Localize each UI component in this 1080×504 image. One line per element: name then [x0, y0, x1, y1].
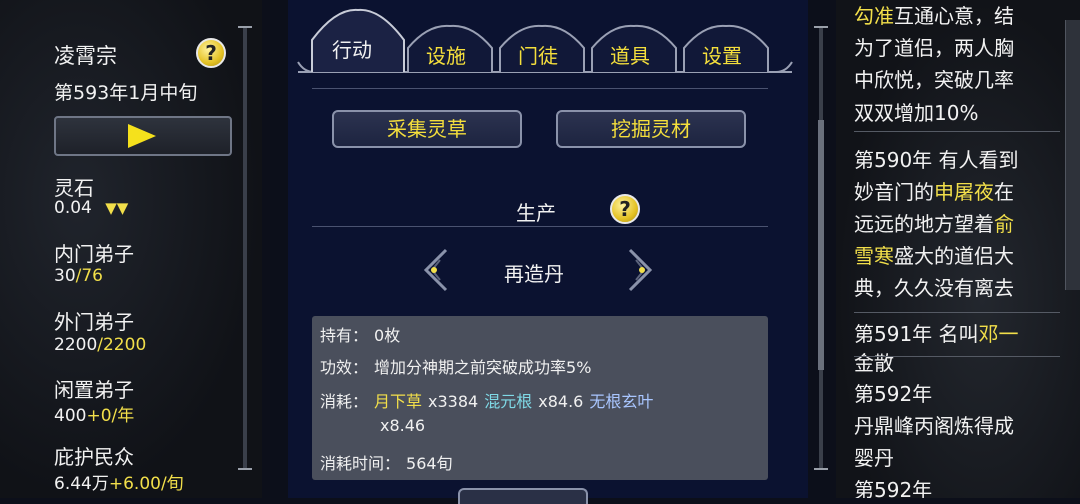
cost-row: 消耗： 月下草 x3384 混元根 x84.6 无根玄叶	[320, 392, 654, 411]
tab-items[interactable]: 道具	[610, 40, 650, 69]
cost-row-continued: x8.46	[380, 416, 426, 435]
log-line: 中欣悦，突破几率	[854, 64, 1014, 93]
log-line: 远远的地方望着俞	[854, 208, 1014, 237]
log-line: 雪寒盛大的道侣大	[854, 240, 1014, 269]
log-separator	[854, 312, 1060, 313]
log-text: 为了道侣，两人胸	[854, 36, 1014, 60]
log-text: 典，久久没有离去	[854, 276, 1014, 300]
log-highlight-name: 俞	[994, 212, 1014, 236]
log-line: 第590年 有人看到	[854, 144, 1019, 173]
protected-people-value: 6.44万+6.00/旬	[54, 474, 184, 494]
log-text: 第591年 名叫	[854, 322, 979, 346]
scrollbar-cap	[814, 468, 828, 470]
log-line: 勾准互通心意，结	[854, 0, 1014, 29]
log-line: 婴丹	[854, 442, 894, 471]
tab-action[interactable]: 行动	[332, 34, 372, 63]
gather-herbs-button[interactable]: 采集灵草	[332, 110, 522, 148]
game-date: 第593年1月中旬	[54, 82, 198, 104]
log-line: 第592年	[854, 378, 932, 407]
divider	[312, 88, 768, 89]
log-line: 妙音门的申屠夜在	[854, 176, 1014, 205]
log-separator	[854, 131, 1060, 132]
dig-materials-button[interactable]: 挖掘灵材	[556, 110, 746, 148]
log-text: 中欣悦，突破几率	[854, 68, 1014, 92]
material-name: 月下草	[374, 392, 423, 411]
scrollbar-cap	[238, 468, 252, 470]
log-text: 妙音门的	[854, 180, 934, 204]
idle-disciples-label: 闲置弟子	[54, 378, 134, 402]
log-line: 第591年 名叫邓一	[854, 318, 1019, 347]
log-line: 丹鼎峰丙阁炼得成	[854, 410, 1014, 439]
sect-status-panel: 凌霄宗 ? 第593年1月中旬 灵石 0.04 ▼▼ 内门弟子 30/76 外门…	[0, 0, 262, 498]
log-line: 典，久久没有离去	[854, 272, 1014, 301]
decline-indicator-icon: ▼▼	[105, 199, 129, 217]
item-info-box: 持有： 0枚 功效： 增加分神期之前突破成功率5% 消耗： 月下草 x3384 混元根 x8…	[312, 316, 768, 480]
outer-disciples-label: 外门弟子	[54, 310, 134, 334]
log-highlight-name: 雪寒	[854, 244, 894, 268]
spirit-stone-label: 灵石	[54, 176, 94, 200]
log-text: 在	[994, 180, 1014, 204]
log-text: 第590年 有人看到	[854, 148, 1019, 172]
log-line: 第592年	[854, 474, 932, 498]
log-highlight-name: 邓一	[978, 322, 1019, 346]
log-text: 婴丹	[854, 446, 894, 470]
idle-disciples-value: 400+0/年	[54, 406, 135, 426]
owned-row: 持有： 0枚	[320, 326, 401, 345]
log-line: 为了道侣，两人胸	[854, 32, 1014, 61]
log-separator	[854, 356, 1060, 357]
spirit-stone-value: 0.04 ▼▼	[54, 198, 129, 218]
inner-disciples-value: 30/76	[54, 266, 103, 286]
protected-people-label: 庇护民众	[54, 445, 134, 469]
log-line: 金散	[854, 347, 894, 376]
time-row: 消耗时间： 564旬	[320, 454, 453, 473]
play-icon	[128, 124, 156, 148]
next-item-arrow-icon[interactable]	[628, 248, 654, 292]
center-scrollbar-thumb[interactable]	[818, 120, 824, 370]
sect-help-icon[interactable]: ?	[196, 38, 226, 68]
prev-item-arrow-icon[interactable]	[422, 248, 448, 292]
tab-settings[interactable]: 设置	[702, 40, 742, 69]
log-text: 金散	[854, 351, 894, 375]
log-highlight-name: 勾准	[854, 4, 894, 28]
log-text: 丹鼎峰丙阁炼得成	[854, 414, 1014, 438]
log-scrollbar[interactable]	[1065, 20, 1080, 290]
divider	[312, 226, 768, 227]
log-highlight-name: 申屠夜	[934, 180, 994, 204]
log-text: 盛大的道侣大	[894, 244, 1014, 268]
material-name: 无根玄叶	[589, 392, 654, 411]
tab-disciples[interactable]: 门徒	[518, 40, 558, 69]
selected-item-name: 再造丹	[504, 262, 564, 286]
log-line: 双双增加10%	[854, 97, 978, 126]
material-name: 混元根	[484, 392, 533, 411]
inner-disciples-label: 内门弟子	[54, 242, 134, 266]
log-text: 双双增加10%	[854, 101, 979, 125]
event-log-panel: 勾准互通心意，结为了道侣，两人胸 中欣悦，突破几率 双双增加10% 第590年 有人看…	[836, 0, 1080, 498]
production-help-icon[interactable]: ?	[610, 194, 640, 224]
advance-time-button[interactable]	[54, 116, 232, 156]
production-title: 生产	[516, 201, 556, 225]
log-text: 远远的地方望着	[854, 212, 994, 236]
produce-button[interactable]	[458, 488, 588, 504]
outer-disciples-value: 2200/2200	[54, 335, 147, 355]
log-text: 互通心意，结	[894, 4, 1014, 28]
log-text: 第592年	[854, 478, 933, 498]
sect-name: 凌霄宗	[54, 44, 117, 68]
log-text: 第592年	[854, 382, 933, 406]
left-scrollbar[interactable]	[243, 28, 247, 468]
tab-facilities[interactable]: 设施	[426, 40, 466, 69]
effect-row: 功效： 增加分神期之前突破成功率5%	[320, 358, 592, 377]
